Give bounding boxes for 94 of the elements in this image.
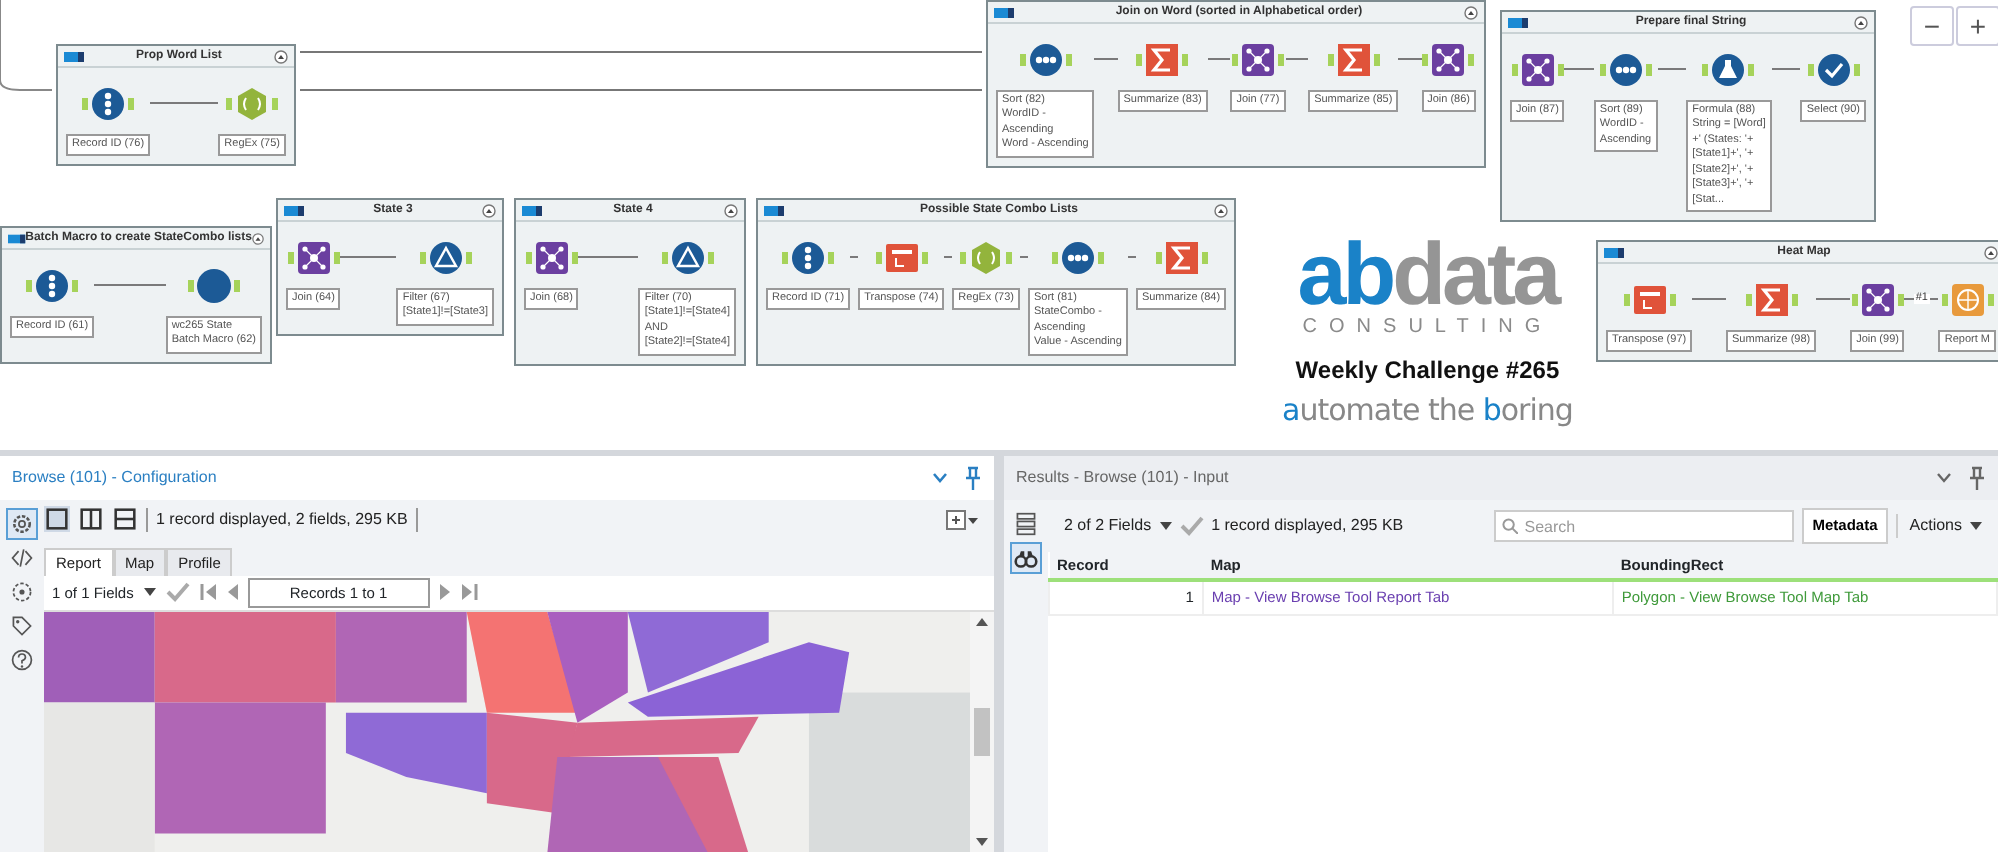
check-icon[interactable] (1807, 50, 1860, 90)
check-icon[interactable] (1179, 516, 1204, 536)
filter-icon[interactable] (661, 238, 714, 278)
collapse-icon[interactable] (274, 49, 288, 63)
join-icon[interactable] (287, 238, 340, 278)
last-record-icon[interactable] (461, 584, 478, 601)
connector-line (1398, 58, 1422, 60)
connector-line (1692, 298, 1727, 300)
collapse-icon[interactable] (724, 203, 738, 217)
chevron-icon[interactable] (1936, 472, 1952, 484)
container-icon (284, 205, 304, 215)
collapse-icon[interactable] (1214, 203, 1228, 217)
container-icon (1508, 17, 1528, 27)
pin-icon[interactable] (964, 465, 982, 490)
sigma-icon[interactable] (1136, 40, 1189, 80)
zoom-button[interactable]: − (1910, 6, 1954, 46)
code-icon[interactable] (8, 543, 36, 572)
actions-menu[interactable]: Actions (1895, 514, 1962, 538)
join-icon[interactable] (1511, 50, 1564, 90)
connector-line (150, 102, 219, 104)
container-icon (522, 205, 542, 215)
help-icon[interactable] (8, 645, 36, 674)
zoom-button[interactable]: + (1956, 6, 1998, 46)
record-id-icon[interactable] (26, 266, 79, 306)
field-selector[interactable]: 2 of 2 Fields (1064, 514, 1152, 538)
container-icon (64, 51, 84, 61)
sigma-icon[interactable] (1745, 280, 1798, 320)
connector-line (1816, 298, 1851, 300)
check-icon[interactable] (165, 582, 190, 603)
search-icon (1502, 518, 1519, 534)
logo: abdata (1297, 236, 1558, 316)
settings-icon[interactable] (8, 509, 36, 538)
container-icon (994, 7, 1014, 17)
join-icon[interactable] (1422, 40, 1475, 80)
scroll-down-icon[interactable] (976, 838, 988, 846)
scroll-up-icon[interactable] (976, 617, 988, 626)
layout-icon[interactable] (112, 506, 138, 533)
connector-line (0, 0, 53, 91)
previous-icon[interactable] (225, 584, 238, 601)
connector-line (578, 256, 639, 258)
transpose-icon[interactable] (875, 238, 928, 278)
collapse-icon[interactable] (1984, 245, 1998, 259)
collapse-icon[interactable] (1854, 15, 1868, 29)
connector-line (1657, 68, 1687, 70)
caret-icon[interactable] (1970, 522, 1982, 530)
sigma-icon[interactable] (1155, 238, 1207, 278)
record-summary: 1 record displayed, 2 fields, 295 KB (146, 507, 418, 532)
container-icon (1604, 247, 1624, 257)
layout-icon[interactable] (44, 506, 70, 533)
flask-icon[interactable] (1702, 50, 1755, 90)
record-summary: 1 record displayed, 295 KB (1211, 514, 1404, 538)
binoculars-icon[interactable] (1012, 544, 1040, 572)
record-id-icon[interactable] (82, 84, 135, 124)
record-id-icon[interactable] (782, 238, 835, 278)
layout-icon[interactable] (78, 506, 104, 533)
macro-icon[interactable] (187, 266, 240, 306)
collapse-icon[interactable] (251, 231, 264, 245)
search-field[interactable]: Search (1494, 510, 1795, 542)
target-icon[interactable] (8, 577, 36, 606)
container-icon (8, 233, 26, 243)
pin-icon[interactable] (1968, 466, 1986, 490)
collapse-icon[interactable] (482, 203, 496, 217)
caret-icon[interactable] (143, 588, 156, 597)
scrollbar-thumb[interactable] (974, 707, 990, 756)
sigma-icon[interactable] (1327, 40, 1380, 80)
collapse-icon[interactable] (1464, 5, 1478, 19)
list-icon[interactable] (1012, 510, 1040, 538)
first-record-icon[interactable] (199, 584, 216, 601)
tagline: automate the boring (1282, 390, 1573, 432)
connector-line (1771, 68, 1801, 70)
filter-icon[interactable] (419, 238, 472, 278)
panel-title: Results - Browse (101) - Input (1016, 466, 1231, 490)
connector-line (1285, 58, 1309, 60)
panel-title: Browse (101) - Configuration (12, 465, 219, 490)
transpose-icon[interactable] (1623, 280, 1676, 320)
caret-icon[interactable] (1159, 522, 1172, 530)
connector-line (340, 256, 397, 258)
connector-line (1564, 68, 1594, 70)
challenge-title: Weekly Challenge #265 (1295, 354, 1560, 388)
join-icon[interactable] (1851, 280, 1904, 320)
sort-icon[interactable] (1051, 238, 1104, 278)
sort-icon[interactable] (1019, 40, 1072, 80)
options-icon[interactable] (946, 509, 978, 530)
connector-line (1094, 58, 1118, 60)
connector-line (94, 284, 166, 286)
sort-icon[interactable] (1599, 50, 1652, 90)
join-icon[interactable] (1231, 40, 1284, 80)
tag-icon[interactable] (8, 611, 36, 640)
chevron-icon[interactable] (932, 471, 948, 484)
next-icon[interactable] (439, 584, 452, 601)
container-icon (764, 205, 784, 215)
join-icon[interactable] (525, 238, 578, 278)
logo-subtitle: CONSULTING (1302, 316, 1553, 340)
connector-line (1207, 58, 1231, 60)
